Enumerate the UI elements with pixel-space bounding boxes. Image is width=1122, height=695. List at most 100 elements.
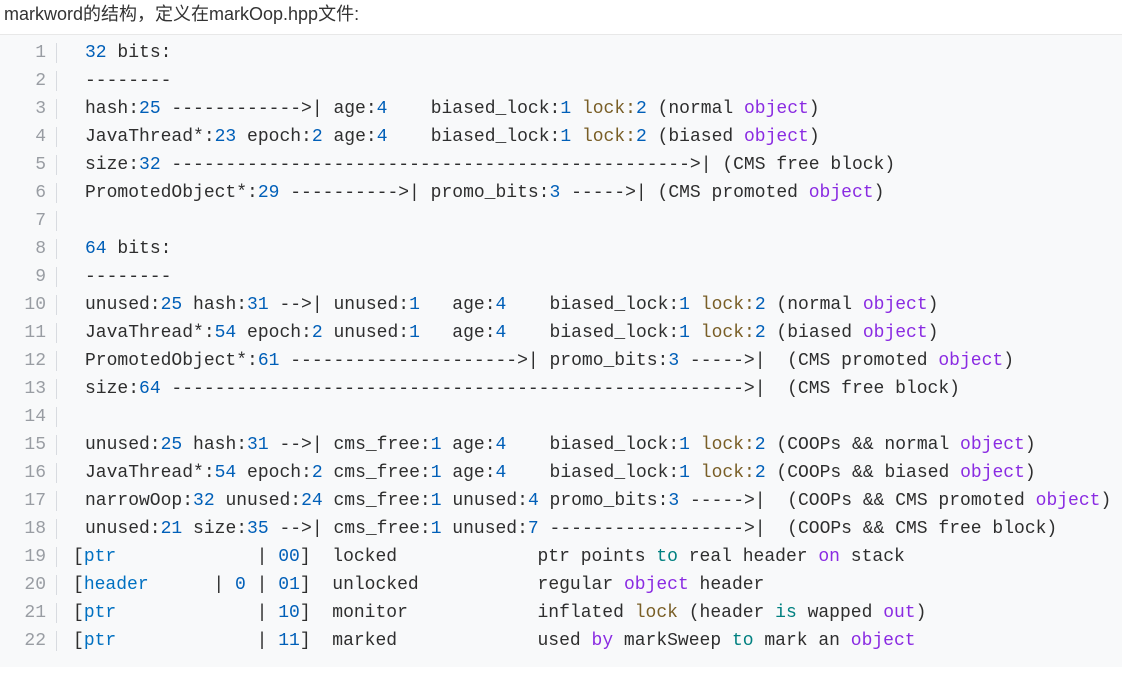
token: 54 (215, 463, 237, 483)
token: 31 (247, 295, 269, 315)
token: (normal (647, 99, 744, 119)
line-number: 17 (0, 491, 57, 511)
code-line: 9-------- (0, 267, 1122, 295)
token: is (775, 603, 797, 623)
token: 4 (496, 323, 507, 343)
code-content: unused:25 hash:31 -->| cms_free:1 age:4 … (57, 435, 1036, 455)
token: 32 (193, 491, 215, 511)
token: lock: (701, 463, 755, 483)
token (571, 127, 582, 147)
code-line: 132 bits: (0, 43, 1122, 71)
token: object (744, 99, 809, 119)
token: ) (1100, 491, 1111, 511)
token: | (149, 575, 235, 595)
code-line: 17narrowOop:32 unused:24 cms_free:1 unus… (0, 491, 1122, 519)
token: object (809, 183, 874, 203)
token: real header (678, 547, 818, 567)
token: ) (1003, 351, 1014, 371)
token: ptr (84, 631, 116, 651)
code-line: 18unused:21 size:35 -->| cms_free:1 unus… (0, 519, 1122, 547)
token: promo_bits: (539, 491, 669, 511)
token: 64 (139, 379, 161, 399)
token: object (938, 351, 1003, 371)
line-number: 8 (0, 239, 57, 259)
token: 1 (409, 295, 420, 315)
token: ---------->| promo_bits: (279, 183, 549, 203)
token: size: (85, 155, 139, 175)
token: 3 (668, 351, 679, 371)
token: -->| cms_free: (269, 519, 431, 539)
token: lock: (701, 435, 755, 455)
code-content: -------- (57, 267, 171, 287)
code-line: 15unused:25 hash:31 -->| cms_free:1 age:… (0, 435, 1122, 463)
token (690, 463, 701, 483)
token: | (246, 575, 278, 595)
token: 21 (161, 519, 183, 539)
code-line: 5size:32 -------------------------------… (0, 155, 1122, 183)
line-number: 7 (0, 211, 57, 231)
token: age: (420, 323, 496, 343)
token: 2 (755, 435, 766, 455)
line-number: 22 (0, 631, 57, 651)
token: 1 (431, 463, 442, 483)
token: 2 (312, 127, 323, 147)
token: ) (916, 603, 927, 623)
code-content: unused:21 size:35 -->| cms_free:1 unused… (57, 519, 1057, 539)
token: size: (182, 519, 247, 539)
token: size: (85, 379, 139, 399)
token: ) (1025, 435, 1036, 455)
token: lock (635, 603, 678, 623)
code-line: 12PromotedObject*:61 -------------------… (0, 351, 1122, 379)
code-content: [ptr | 00] locked ptr points to real hea… (57, 547, 905, 567)
token: age: (442, 463, 496, 483)
token: object (863, 323, 928, 343)
code-block: 132 bits:2--------3hash:25 ------------>… (0, 34, 1122, 667)
token: stack (840, 547, 905, 567)
token: 2 (755, 295, 766, 315)
code-content: JavaThread*:23 epoch:2 age:4 biased_lock… (57, 127, 820, 147)
token: ptr (84, 603, 116, 623)
line-number: 11 (0, 323, 57, 343)
token: hash: (182, 435, 247, 455)
token: unused: (85, 435, 161, 455)
token: biased_lock: (388, 127, 561, 147)
token: 1 (679, 295, 690, 315)
token: markSweep (613, 631, 732, 651)
token: 2 (636, 127, 647, 147)
token: lock: (582, 99, 636, 119)
token: 2 (755, 463, 766, 483)
code-content: unused:25 hash:31 -->| unused:1 age:4 bi… (57, 295, 938, 315)
line-number: 21 (0, 603, 57, 623)
token: JavaThread*: (85, 463, 215, 483)
token: JavaThread*: (85, 127, 215, 147)
token: JavaThread*: (85, 323, 215, 343)
token: epoch: (236, 127, 312, 147)
token: unused: (442, 491, 528, 511)
token: 1 (679, 323, 690, 343)
token: --------------------->| promo_bits: (279, 351, 668, 371)
token: by (592, 631, 614, 651)
token: to (656, 547, 678, 567)
token: 1 (431, 519, 442, 539)
token: (normal (766, 295, 863, 315)
token: 2 (312, 463, 323, 483)
token: hash: (182, 295, 247, 315)
token: (header (678, 603, 775, 623)
token: 1 (679, 463, 690, 483)
token: 2 (312, 323, 323, 343)
token: 1 (431, 435, 442, 455)
token: object (960, 435, 1025, 455)
code-content: 32 bits: (57, 43, 171, 63)
line-number: 15 (0, 435, 57, 455)
token: cms_free: (323, 463, 431, 483)
line-number: 18 (0, 519, 57, 539)
token: (biased (766, 323, 863, 343)
token: 11 (278, 631, 300, 651)
token: 31 (247, 435, 269, 455)
code-line: 2-------- (0, 71, 1122, 99)
code-content: narrowOop:32 unused:24 cms_free:1 unused… (57, 491, 1111, 511)
code-line: 864 bits: (0, 239, 1122, 267)
token: (COOPs && normal (766, 435, 960, 455)
code-line: 22[ptr | 11] marked used by markSweep to… (0, 631, 1122, 659)
code-content: [ptr | 10] monitor inflated lock (header… (57, 603, 926, 623)
